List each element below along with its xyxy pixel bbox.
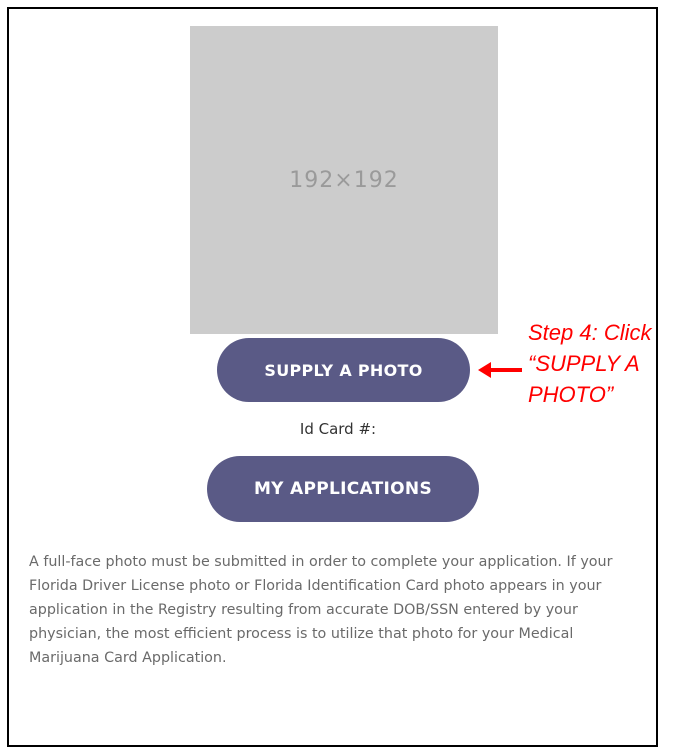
left-arrow-icon [478, 362, 522, 378]
id-card-label: Id Card #: [299, 420, 377, 438]
my-applications-button[interactable]: MY APPLICATIONS [207, 456, 479, 522]
step-annotation: Step 4: Click “SUPPLY A PHOTO” [528, 320, 652, 407]
photo-placeholder: 192×192 [190, 26, 498, 334]
photo-placeholder-label: 192×192 [289, 167, 399, 193]
supply-photo-button[interactable]: SUPPLY A PHOTO [217, 338, 470, 402]
photo-requirements-text: A full-face photo must be submitted in o… [29, 554, 613, 666]
